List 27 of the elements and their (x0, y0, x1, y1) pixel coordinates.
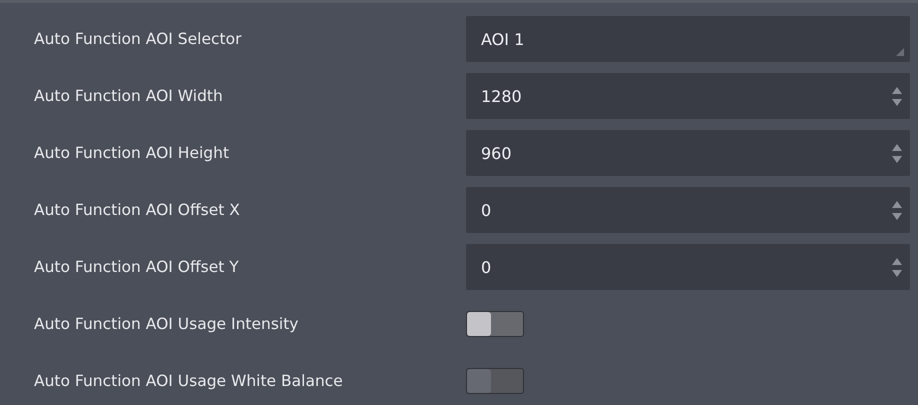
resize-corner-icon (896, 48, 904, 56)
property-label: Auto Function AOI Offset X (34, 201, 241, 219)
property-label: Auto Function AOI Usage Intensity (34, 315, 300, 333)
property-label: Auto Function AOI Width (34, 87, 224, 105)
decrement-icon[interactable] (892, 212, 902, 220)
field-value: 960 (481, 144, 513, 162)
number-field[interactable]: 960 (466, 130, 910, 176)
number-field[interactable]: 1280 (466, 73, 910, 119)
increment-icon[interactable] (892, 258, 902, 264)
field-value: 0 (481, 200, 492, 220)
decrement-icon[interactable] (892, 98, 902, 106)
dropdown-field[interactable]: AOI 1 (466, 16, 910, 62)
number-field[interactable]: 0 (466, 244, 910, 290)
property-label: Auto Function AOI Selector (34, 30, 242, 48)
increment-icon[interactable] (892, 86, 902, 94)
number-field[interactable]: 0 (466, 187, 910, 233)
field-value: 1280 (481, 86, 523, 106)
decrement-icon[interactable] (892, 270, 902, 276)
property-label: Auto Function AOI Offset Y (34, 258, 240, 276)
increment-icon[interactable] (892, 200, 902, 208)
increment-icon[interactable] (892, 144, 902, 150)
decrement-icon[interactable] (892, 156, 902, 162)
field-value: AOI 1 (481, 30, 526, 48)
property-label: Auto Function AOI Height (34, 144, 230, 162)
field-value: 0 (481, 258, 492, 276)
toggle-switch[interactable] (466, 311, 524, 337)
property-label: Auto Function AOI Usage White Balance (34, 372, 344, 390)
